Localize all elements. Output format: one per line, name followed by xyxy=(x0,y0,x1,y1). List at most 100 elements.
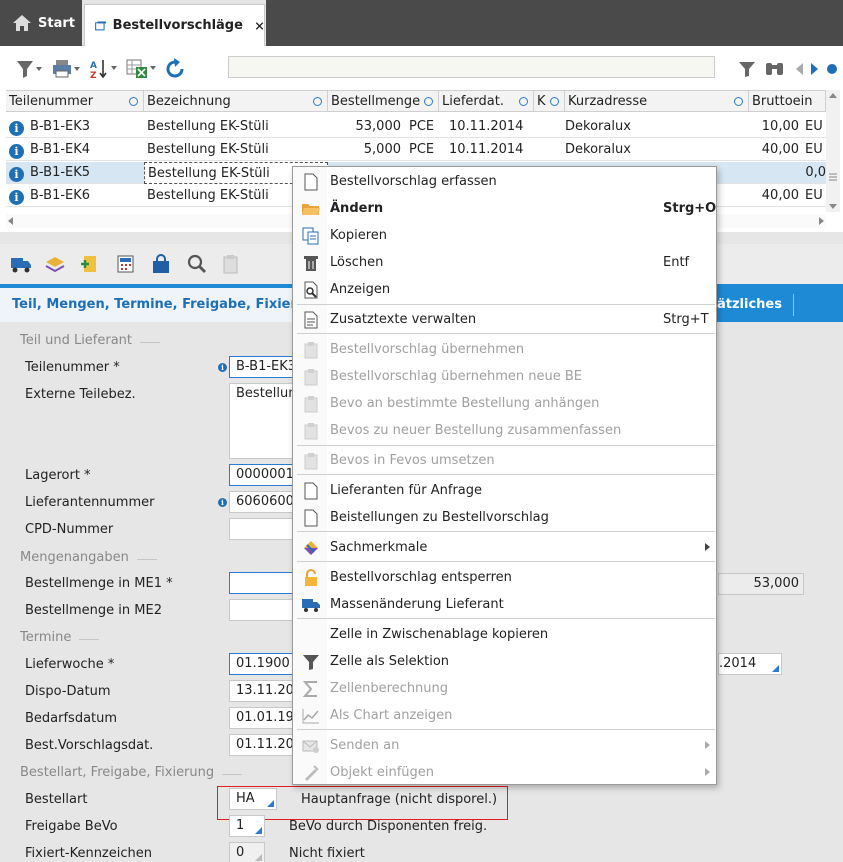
bedarfsdatum-field[interactable]: 01.01.19 xyxy=(229,707,293,729)
menu-item-zusatztexte[interactable]: Zusatztexte verwalten Strg+T xyxy=(293,306,716,333)
menu-item-bestellvorschlag-erfassen[interactable]: Bestellvorschlag erfassen xyxy=(293,168,716,195)
lieferantennummer-field[interactable]: 6060600 xyxy=(229,491,293,513)
unlock-icon xyxy=(301,568,321,588)
clipboard-icon[interactable] xyxy=(220,254,242,274)
menu-item-beistellungen[interactable]: Beistellungen zu Bestellvorschlag xyxy=(293,504,716,531)
column-header-lieferdatum[interactable]: Lieferdat. xyxy=(439,91,534,112)
column-header-k[interactable]: K xyxy=(534,91,565,112)
menu-item-zelle-selektion[interactable]: Zelle als Selektion xyxy=(293,648,716,675)
add-document-icon[interactable] xyxy=(80,254,102,274)
fixiert-kennzeichen-field[interactable]: 0 xyxy=(229,842,265,862)
teilenummer-field[interactable]: B-B1-EK3 xyxy=(229,356,293,378)
document-icon xyxy=(301,172,321,192)
menu-item-zellenberechnung[interactable]: Zellenberechnung xyxy=(293,675,716,702)
search-input[interactable] xyxy=(228,56,715,78)
menu-item-zelle-kopieren[interactable]: Zelle in Zwischenablage kopieren xyxy=(293,621,716,648)
dropdown-corner-icon[interactable] xyxy=(255,854,262,861)
menu-item-bevos-in-fevos[interactable]: Bevos in Fevos umsetzen xyxy=(293,447,716,474)
calculator-icon[interactable] xyxy=(115,254,137,274)
label-best-vorschlagsdat: Best.Vorschlagsdat. xyxy=(25,738,154,753)
menu-item-chart[interactable]: Als Chart anzeigen xyxy=(293,702,716,729)
freigabe-description: BeVo durch Disponenten freig. xyxy=(289,819,488,834)
menu-item-aendern[interactable]: Ändern Strg+O xyxy=(293,195,716,222)
print-icon[interactable] xyxy=(52,58,82,80)
document-icon xyxy=(301,481,321,501)
table-row[interactable]: i B-B1-EK4 Bestellung EK-Stüli 5,000 PCE … xyxy=(6,139,826,161)
shopping-bag-icon[interactable] xyxy=(150,254,172,274)
column-header-bezeichnung[interactable]: Bezeichnung xyxy=(144,91,328,112)
group-header-termine: Termine xyxy=(20,630,100,645)
lagerort-field[interactable]: 0000001 xyxy=(229,464,293,486)
tab-bestellvorschlaege[interactable]: Bestellvorschläge xyxy=(84,4,265,46)
tab-zusaetzliches[interactable]: ätzliches xyxy=(715,288,794,322)
label-lieferwoche: Lieferwoche * xyxy=(25,657,115,672)
bestellmenge-me1-value: 53,000 xyxy=(718,573,804,595)
truck-icon xyxy=(301,595,321,615)
menu-item-uebernehmen-neue-be[interactable]: Bestellvorschlag übernehmen neue BE xyxy=(293,363,716,390)
truck-icon[interactable] xyxy=(10,254,32,274)
sort-icon[interactable] xyxy=(734,97,743,106)
sort-icon[interactable] xyxy=(550,97,559,106)
label-teilenummer: Teilenummer * xyxy=(25,360,120,375)
menu-item-kopieren[interactable]: Kopieren xyxy=(293,222,716,249)
externe-teilebez-field[interactable]: Bestellun xyxy=(229,383,293,459)
layers-icon[interactable] xyxy=(44,254,66,274)
cpd-nummer-field[interactable] xyxy=(229,518,293,540)
next-icon[interactable] xyxy=(810,58,820,80)
sort-icon[interactable] xyxy=(313,97,322,106)
info-icon[interactable]: i xyxy=(218,363,227,372)
previous-icon[interactable] xyxy=(794,58,804,80)
menu-item-massenaenderung[interactable]: Massenänderung Lieferant xyxy=(293,591,716,618)
menu-item-bestellvorschlag-uebernehmen[interactable]: Bestellvorschlag übernehmen xyxy=(293,336,716,363)
menu-item-objekt-einfuegen[interactable]: Objekt einfügen xyxy=(293,759,716,786)
menu-item-bevos-zusammenfassen[interactable]: Bevos zu neuer Bestellung zusammenfassen xyxy=(293,417,716,444)
excel-export-icon[interactable] xyxy=(126,58,158,80)
menu-item-sachmerkmale[interactable]: Sachmerkmale xyxy=(293,534,716,561)
document-icon xyxy=(301,508,321,528)
menu-item-lieferanten-anfrage[interactable]: Lieferanten für Anfrage xyxy=(293,477,716,504)
search-icon[interactable] xyxy=(186,254,208,274)
vertical-scrollbar[interactable] xyxy=(826,90,840,212)
menu-item-bevo-anhaengen[interactable]: Bevo an bestimmte Bestellung anhängen xyxy=(293,390,716,417)
info-icon[interactable]: i xyxy=(9,190,24,205)
label-externe-teilebez: Externe Teilebez. xyxy=(25,387,136,402)
menu-item-entsperren[interactable]: Bestellvorschlag entsperren xyxy=(293,564,716,591)
sort-icon[interactable] xyxy=(129,97,138,106)
group-header-menge: Mengenangaben xyxy=(20,550,157,565)
sort-az-icon[interactable]: AZ xyxy=(89,58,119,80)
column-header-kurzadresse[interactable]: Kurzadresse xyxy=(565,91,749,112)
tab-teil-mengen[interactable]: Teil, Mengen, Termine, Freigabe, Fixieru… xyxy=(0,288,300,322)
menu-item-senden-an[interactable]: Senden an xyxy=(293,732,716,759)
menu-item-loeschen[interactable]: Löschen Entf xyxy=(293,249,716,276)
sort-icon[interactable] xyxy=(519,97,528,106)
info-icon[interactable]: i xyxy=(218,498,227,507)
filter-dropdown-icon[interactable] xyxy=(16,58,44,80)
refresh-icon[interactable] xyxy=(163,58,187,80)
info-icon[interactable]: i xyxy=(9,121,24,136)
freigabe-bevo-field[interactable]: 1 xyxy=(229,815,265,837)
info-icon[interactable]: i xyxy=(9,144,24,159)
label-bestellmenge-me2: Bestellmenge in ME2 xyxy=(25,603,162,618)
tab-start[interactable]: Start xyxy=(0,0,82,46)
tab-start-label: Start xyxy=(38,15,75,31)
menu-item-anzeigen[interactable]: Anzeigen xyxy=(293,276,716,303)
filter-icon[interactable] xyxy=(738,58,756,80)
info-icon[interactable]: i xyxy=(9,167,24,182)
lieferwoche-field[interactable]: 01.1900 xyxy=(229,653,293,675)
bestellmenge-me2-field[interactable] xyxy=(229,599,293,621)
binoculars-icon[interactable] xyxy=(764,58,786,80)
sort-icon[interactable] xyxy=(424,97,433,106)
column-header-bruttoein[interactable]: Bruttoein xyxy=(749,91,826,112)
label-bestellmenge-me1: Bestellmenge in ME1 * xyxy=(25,576,173,591)
dispo-datum-field[interactable]: 13.11.20 xyxy=(229,680,293,702)
bestellmenge-me1-field[interactable] xyxy=(229,572,293,594)
dropdown-corner-icon[interactable] xyxy=(772,665,779,672)
column-header-bestellmenge[interactable]: Bestellmenge xyxy=(328,91,439,112)
table-row[interactable]: i B-B1-EK3 Bestellung EK-Stüli 53,000 PCE… xyxy=(6,116,826,138)
dropdown-corner-icon[interactable] xyxy=(255,827,262,834)
lieferwoche-date-field[interactable]: .2014 xyxy=(718,653,782,675)
label-bestellart: Bestellart xyxy=(25,792,88,807)
column-header-teilenummer[interactable]: Teilenummer xyxy=(6,91,144,112)
close-icon[interactable] xyxy=(255,19,264,33)
best-vorschlagsdat-field[interactable]: 01.11.20 xyxy=(229,734,293,756)
